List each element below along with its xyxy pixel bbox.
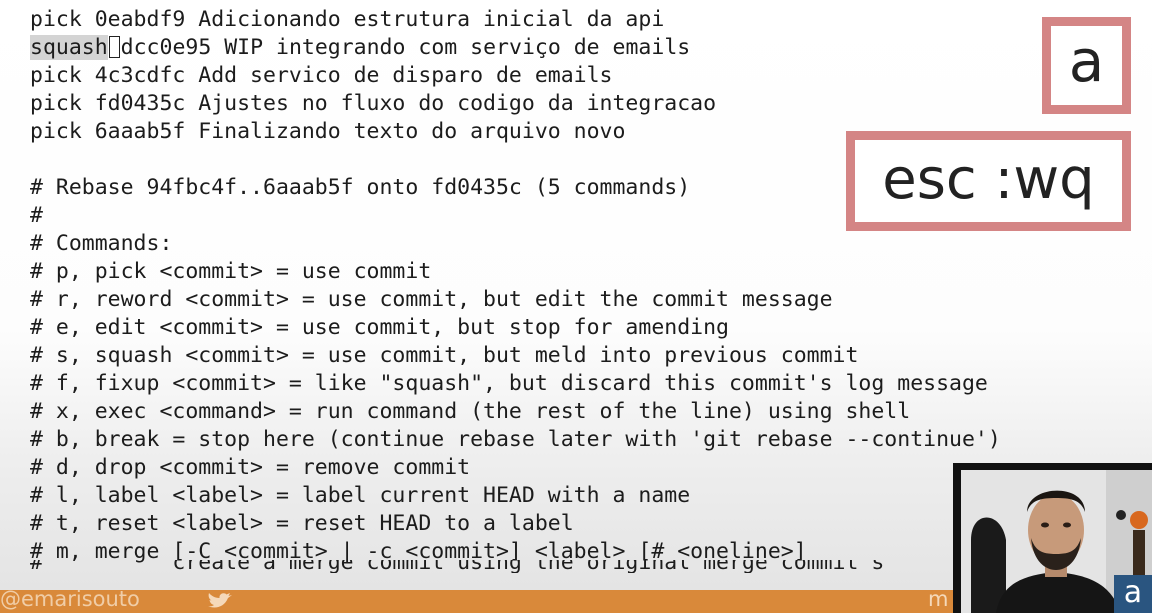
comment-exec: # x, exec <command> = run command (the r… bbox=[30, 399, 911, 424]
comment-line: # bbox=[30, 203, 43, 228]
comment-rebase-summary: # Rebase 94fbc4f..6aaab5f onto fd0435c (… bbox=[30, 175, 691, 200]
comment-reword: # r, reword <commit> = use commit, but e… bbox=[30, 287, 833, 312]
banner-right-text: m bbox=[928, 590, 949, 611]
webcam-overlay: a bbox=[953, 463, 1152, 613]
comment-squash: # s, squash <commit> = use commit, but m… bbox=[30, 343, 859, 368]
squash-line-rest: dcc0e95 WIP integrando com serviço de em… bbox=[120, 35, 691, 60]
social-handle: @emarisouto bbox=[0, 590, 140, 611]
keystroke-label: a bbox=[1068, 27, 1105, 95]
comment-edit: # e, edit <commit> = use commit, but sto… bbox=[30, 315, 729, 340]
rebase-line-5: pick 6aaab5f Finalizando texto do arquiv… bbox=[30, 119, 626, 144]
comment-commands-heading: # Commands: bbox=[30, 231, 173, 256]
text-cursor bbox=[108, 36, 120, 58]
keystroke-overlay-a: a bbox=[1042, 17, 1131, 114]
comment-break: # b, break = stop here (continue rebase … bbox=[30, 427, 1001, 452]
rebase-line-4: pick fd0435c Ajustes no fluxo do codigo … bbox=[30, 91, 717, 116]
webcam-frame: a bbox=[961, 470, 1152, 613]
comment-fixup: # f, fixup <commit> = like "squash", but… bbox=[30, 371, 988, 396]
rebase-line-3: pick 4c3cdfc Add servico de disparo de e… bbox=[30, 63, 613, 88]
comment-drop: # d, drop <commit> = remove commit bbox=[30, 455, 471, 480]
selected-word: squash bbox=[30, 35, 108, 60]
keystroke-overlay-esc-wq: esc :wq bbox=[846, 131, 1131, 231]
cutoff-line-container: # create a merge commit using the origin… bbox=[30, 560, 970, 573]
comment-reset: # t, reset <label> = reset HEAD to a lab… bbox=[30, 511, 574, 536]
channel-logo: a bbox=[1114, 575, 1152, 613]
twitter-icon bbox=[208, 593, 232, 608]
rebase-line-1: pick 0eabdf9 Adicionando estrutura inici… bbox=[30, 7, 665, 32]
comment-merge-description: # create a merge commit using the origin… bbox=[30, 560, 885, 573]
comment-label: # l, label <label> = label current HEAD … bbox=[30, 483, 691, 508]
comment-pick: # p, pick <commit> = use commit bbox=[30, 259, 432, 284]
keystroke-label: esc :wq bbox=[882, 147, 1095, 212]
rebase-line-squash: squash dcc0e95 WIP integrando com serviço… bbox=[30, 34, 690, 62]
